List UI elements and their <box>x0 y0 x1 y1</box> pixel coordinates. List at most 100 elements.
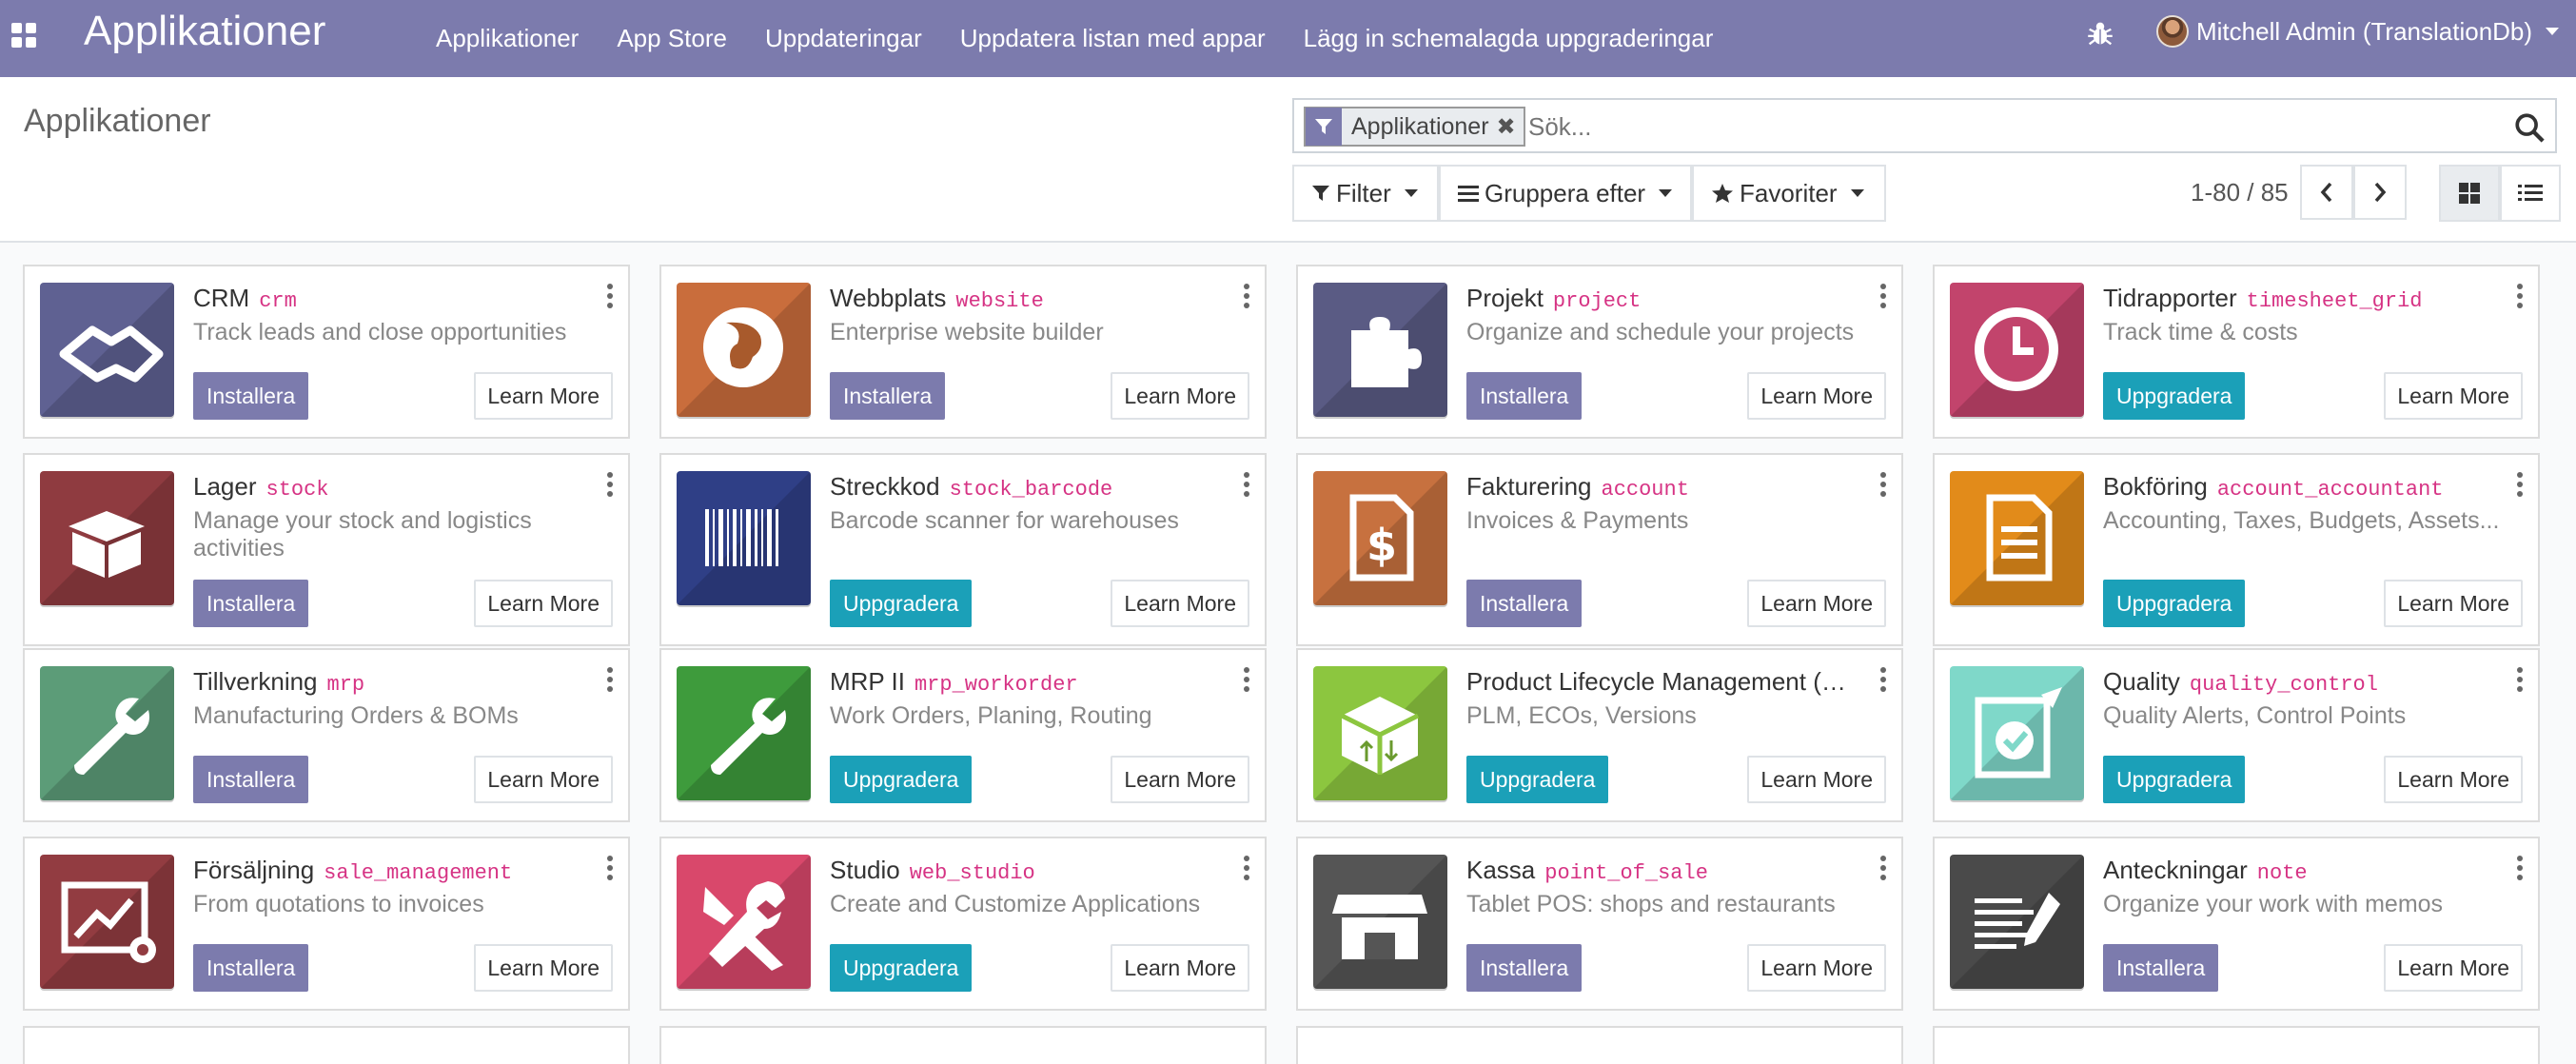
app-card[interactable]: Webbplats website Enterprise website build… <box>659 265 1267 439</box>
facet-remove-icon[interactable]: ✖ <box>1497 113 1524 141</box>
star-icon <box>1712 184 1733 203</box>
app-card[interactable]: $ Fakturering account Invoices & Payments In… <box>1296 453 1903 646</box>
app-card[interactable]: Bokföring account_accountant Accounting, T… <box>1933 453 2540 646</box>
app-card[interactable]: Tidrapporter timesheet_grid Track time & c… <box>1933 265 2540 439</box>
menu-item-updates[interactable]: Uppdateringar <box>765 24 922 53</box>
app-card-partial[interactable] <box>1933 1026 2540 1064</box>
learn-more-button[interactable]: Learn More <box>474 580 613 627</box>
app-icon-tile <box>677 283 811 417</box>
learn-more-button[interactable]: Learn More <box>2384 372 2523 420</box>
pager-previous-button[interactable] <box>2300 165 2353 220</box>
app-technical-name: note <box>2256 861 2308 885</box>
app-card[interactable]: Tillverkning mrp Manufacturing Orders & BO… <box>23 648 630 822</box>
app-title: Tillverkning mrp <box>193 667 364 697</box>
learn-more-button[interactable]: Learn More <box>474 944 613 992</box>
install-button[interactable]: Installera <box>193 580 309 627</box>
upgrade-button[interactable]: Uppgradera <box>2103 372 2246 420</box>
app-menu-icon[interactable] <box>11 23 36 48</box>
install-button[interactable]: Installera <box>193 756 309 803</box>
menu-item-app-store[interactable]: App Store <box>617 24 727 53</box>
card-menu-icon[interactable] <box>2517 856 2523 880</box>
list-view-button[interactable] <box>2500 165 2561 222</box>
card-menu-icon[interactable] <box>1880 856 1886 880</box>
app-card[interactable]: Studio web_studio Create and Customize App… <box>659 837 1267 1011</box>
learn-more-button[interactable]: Learn More <box>1111 944 1249 992</box>
app-technical-name: point_of_sale <box>1544 861 1708 885</box>
app-card[interactable]: Kassa point_of_sale Tablet POS: shops and … <box>1296 837 1903 1011</box>
learn-more-button[interactable]: Learn More <box>1111 756 1249 803</box>
app-card[interactable]: MRP II mrp_workorder Work Orders, Planing,… <box>659 648 1267 822</box>
search-icon[interactable] <box>2513 111 2546 144</box>
learn-more-button[interactable]: Learn More <box>1747 580 1886 627</box>
card-menu-icon[interactable] <box>607 284 613 308</box>
learn-more-button[interactable]: Learn More <box>474 756 613 803</box>
app-card[interactable]: Försäljning sale_management From quotation… <box>23 837 630 1011</box>
menu-item-scheduled-upgrades[interactable]: Lägg in schemalagda uppgraderingar <box>1304 24 1714 53</box>
app-card[interactable]: Projekt project Organize and schedule your… <box>1296 265 1903 439</box>
learn-more-button[interactable]: Learn More <box>1747 944 1886 992</box>
app-icon-tile <box>677 666 811 800</box>
card-menu-icon[interactable] <box>1880 472 1886 497</box>
upgrade-button[interactable]: Uppgradera <box>2103 756 2246 803</box>
app-card[interactable]: Quality quality_control Quality Alerts, Co… <box>1933 648 2540 822</box>
learn-more-button[interactable]: Learn More <box>1111 372 1249 420</box>
menu-item-update-apps-list[interactable]: Uppdatera listan med appar <box>960 24 1266 53</box>
upgrade-button[interactable]: Uppgradera <box>2103 580 2246 627</box>
kanban-view-button[interactable] <box>2439 165 2500 222</box>
install-button[interactable]: Installera <box>1466 580 1583 627</box>
app-card[interactable]: CRM crm Track leads and close opportunitie… <box>23 265 630 439</box>
pager-value[interactable]: 1-80 / 85 <box>2191 178 2289 207</box>
card-menu-icon[interactable] <box>1244 472 1249 497</box>
learn-more-button[interactable]: Learn More <box>2384 580 2523 627</box>
upgrade-button[interactable]: Uppgradera <box>1466 756 1609 803</box>
user-menu[interactable]: Mitchell Admin (TranslationDb) <box>2156 15 2560 48</box>
install-button[interactable]: Installera <box>193 372 309 420</box>
bug-icon[interactable] <box>2084 17 2116 49</box>
install-button[interactable]: Installera <box>193 944 309 992</box>
group-by-button[interactable]: Gruppera efter <box>1439 165 1692 222</box>
card-menu-icon[interactable] <box>1880 284 1886 308</box>
upgrade-button[interactable]: Uppgradera <box>830 944 973 992</box>
card-menu-icon[interactable] <box>1880 667 1886 692</box>
install-button[interactable]: Installera <box>2103 944 2219 992</box>
install-button[interactable]: Installera <box>1466 944 1583 992</box>
card-menu-icon[interactable] <box>1244 856 1249 880</box>
card-menu-icon[interactable] <box>607 856 613 880</box>
bars-icon <box>1458 186 1479 202</box>
card-menu-icon[interactable] <box>607 472 613 497</box>
learn-more-button[interactable]: Learn More <box>1747 372 1886 420</box>
app-title: Bokföring account_accountant <box>2103 472 2443 502</box>
pager-next-button[interactable] <box>2353 165 2407 220</box>
card-menu-icon[interactable] <box>2517 472 2523 497</box>
favorites-button[interactable]: Favoriter <box>1692 165 1886 222</box>
upgrade-button[interactable]: Uppgradera <box>830 580 973 627</box>
app-technical-name: website <box>955 289 1044 313</box>
learn-more-button[interactable]: Learn More <box>1111 580 1249 627</box>
card-menu-icon[interactable] <box>2517 284 2523 308</box>
learn-more-button[interactable]: Learn More <box>2384 944 2523 992</box>
card-menu-icon[interactable] <box>1244 667 1249 692</box>
app-card[interactable]: Anteckningar note Organize your work with … <box>1933 837 2540 1011</box>
install-button[interactable]: Installera <box>1466 372 1583 420</box>
card-menu-icon[interactable] <box>2517 667 2523 692</box>
app-card[interactable]: Streckkod stock_barcode Barcode scanner fo… <box>659 453 1267 646</box>
app-brand[interactable]: Applikationer <box>84 8 325 55</box>
learn-more-button[interactable]: Learn More <box>1747 756 1886 803</box>
app-card[interactable]: Lager stock Manage your stock and logistic… <box>23 453 630 646</box>
app-technical-name: account_accountant <box>2216 478 2444 502</box>
learn-more-button[interactable]: Learn More <box>474 372 613 420</box>
learn-more-button[interactable]: Learn More <box>2384 756 2523 803</box>
shop-icon <box>1313 855 1447 989</box>
app-card[interactable]: Product Lifecycle Management (… PLM, ECOs… <box>1296 648 1903 822</box>
card-menu-icon[interactable] <box>607 667 613 692</box>
filter-button[interactable]: Filter <box>1292 165 1439 222</box>
app-icon-tile <box>1313 855 1447 989</box>
upgrade-button[interactable]: Uppgradera <box>830 756 973 803</box>
app-card-partial[interactable] <box>659 1026 1267 1064</box>
card-menu-icon[interactable] <box>1244 284 1249 308</box>
install-button[interactable]: Installera <box>830 372 946 420</box>
search-input[interactable] <box>1528 109 2480 144</box>
menu-item-applications[interactable]: Applikationer <box>436 24 579 53</box>
app-card-partial[interactable] <box>1296 1026 1903 1064</box>
app-card-partial[interactable] <box>23 1026 630 1064</box>
